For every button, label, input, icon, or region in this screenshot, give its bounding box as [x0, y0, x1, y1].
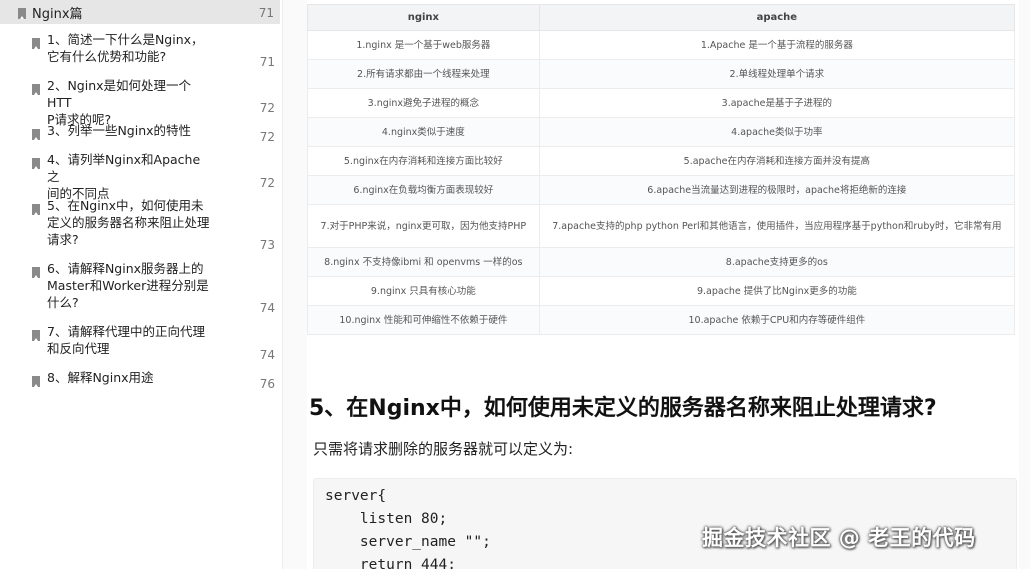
toc-item-7[interactable]: 7、请解释代理中的正向代理 和反向代理 74	[0, 323, 280, 362]
toc-item-label: 8、解释Nginx用途	[47, 370, 154, 385]
table-cell: 6.apache当流量达到进程的极限时，apache将拒绝新的连接	[538, 175, 1016, 205]
bookmark-icon	[32, 34, 40, 53]
toc-item-2[interactable]: 2、Nginx是如何处理一个HTT P请求的呢? 72	[0, 77, 280, 127]
toc-item-6[interactable]: 6、请解释Nginx服务器上的 Master和Worker进程分别是 什么? 74	[0, 260, 280, 315]
toc-sidebar: Nginx篇 71 1、简述一下什么是Nginx， 它有什么优势和功能? 71 2…	[0, 0, 283, 569]
toc-page-number: 71	[259, 55, 275, 69]
toc-page-number: 72	[259, 130, 275, 144]
toc-item-3[interactable]: 3、列举一些Nginx的特性 72	[0, 122, 280, 144]
table-header-nginx: nginx	[307, 4, 540, 31]
toc-item-label: Nginx篇	[32, 7, 83, 22]
code-line: server_name "";	[325, 534, 491, 550]
toc-item-1[interactable]: 1、简述一下什么是Nginx， 它有什么优势和功能? 71	[0, 31, 280, 69]
table-cell: 2.所有请求都由一个线程来处理	[307, 59, 540, 89]
bookmark-icon	[32, 154, 40, 173]
table-header-apache: apache	[538, 4, 1016, 31]
table-cell: 3.nginx避免子进程的概念	[307, 88, 540, 118]
toc-page-number: 71	[258, 6, 274, 20]
table-cell: 7.apache支持的php python Perl和其他语言，使用插件，当应用…	[538, 204, 1016, 248]
document-page: nginx apache 1.nginx 是一个基于web服务器 1.Apache…	[307, 0, 1019, 569]
table-row: 8.nginx 不支持像ibmi 和 openvms 一样的os 8.apache…	[307, 247, 1016, 277]
toc-page-number: 72	[259, 176, 275, 190]
toc-item-nginx-chapter[interactable]: Nginx篇 71	[0, 0, 280, 24]
watermark: 掘金技术社区 @ 老王的代码	[702, 526, 976, 550]
bookmark-icon	[32, 326, 40, 345]
toc-item-label: 3、列举一些Nginx的特性	[47, 123, 192, 138]
table-cell: 8.nginx 不支持像ibmi 和 openvms 一样的os	[307, 247, 540, 277]
table-cell: 10.apache 依赖于CPU和内存等硬件组件	[538, 305, 1016, 335]
comparison-table: nginx apache 1.nginx 是一个基于web服务器 1.Apache…	[307, 4, 1016, 335]
bookmark-icon	[32, 80, 40, 99]
table-cell: 4.apache类似于功率	[538, 117, 1016, 147]
toc-item-label: 7、请解释代理中的正向代理 和反向代理	[47, 324, 205, 356]
table-cell: 6.nginx在负载均衡方面表现较好	[307, 175, 540, 205]
toc-item-8[interactable]: 8、解释Nginx用途 76	[0, 369, 280, 391]
table-row: 4.nginx类似于速度 4.apache类似于功率	[307, 117, 1016, 147]
table-cell: 4.nginx类似于速度	[307, 117, 540, 147]
toc-page-number: 72	[259, 101, 275, 115]
table-row: 5.nginx在内存消耗和连接方面比较好 5.apache在内存消耗和连接方面并没…	[307, 146, 1016, 176]
table-cell: 5.nginx在内存消耗和连接方面比较好	[307, 146, 540, 176]
table-cell: 8.apache支持更多的os	[538, 247, 1016, 277]
bookmark-icon	[32, 372, 40, 391]
toc-item-label: 5、在Nginx中，如何使用未 定义的服务器名称来阻止处理 请求?	[47, 198, 210, 247]
toc-item-5[interactable]: 5、在Nginx中，如何使用未 定义的服务器名称来阻止处理 请求? 73	[0, 197, 280, 252]
table-row: 7.对于PHP来说，nginx更可取，因为他支持PHP 7.apache支持的ph…	[307, 204, 1016, 248]
toc-page-number: 73	[259, 238, 275, 252]
table-row: 9.nginx 只具有核心功能 9.apache 提供了比Nginx更多的功能	[307, 276, 1016, 306]
table-cell: 9.nginx 只具有核心功能	[307, 276, 540, 306]
table-cell: 10.nginx 性能和可伸缩性不依赖于硬件	[307, 305, 540, 335]
toc-page-number: 74	[259, 348, 275, 362]
toc-item-label: 4、请列举Nginx和Apache 之间的不同点	[47, 152, 201, 201]
table-cell: 2.单线程处理单个请求	[538, 59, 1016, 89]
table-cell: 9.apache 提供了比Nginx更多的功能	[538, 276, 1016, 306]
code-line: server{	[325, 488, 387, 504]
table-cell: 1.Apache 是一个基于流程的服务器	[538, 30, 1016, 60]
table-row: 6.nginx在负载均衡方面表现较好 6.apache当流量达到进程的极限时，ap…	[307, 175, 1016, 205]
table-cell: 5.apache在内存消耗和连接方面并没有提高	[538, 146, 1016, 176]
section-heading: 5、在Nginx中，如何使用未定义的服务器名称来阻止处理请求?	[309, 396, 937, 421]
bookmark-icon	[32, 125, 40, 144]
table-header-row: nginx apache	[307, 4, 1016, 31]
document-viewer[interactable]: nginx apache 1.nginx 是一个基于web服务器 1.Apache…	[283, 0, 1030, 569]
section-paragraph: 只需将请求删除的服务器就可以定义为:	[313, 440, 574, 458]
toc-item-label: 2、Nginx是如何处理一个HTT P请求的呢?	[47, 78, 192, 127]
bookmark-icon	[32, 263, 40, 282]
code-line: listen 80;	[325, 511, 448, 527]
table-cell: 1.nginx 是一个基于web服务器	[307, 30, 540, 60]
table-row: 2.所有请求都由一个线程来处理 2.单线程处理单个请求	[307, 59, 1016, 89]
code-line: return 444;	[325, 557, 456, 569]
table-row: 3.nginx避免子进程的概念 3.apache是基于子进程的	[307, 88, 1016, 118]
bookmark-icon	[32, 200, 40, 219]
table-row: 10.nginx 性能和可伸缩性不依赖于硬件 10.apache 依赖于CPU和内…	[307, 305, 1016, 335]
table-cell: 7.对于PHP来说，nginx更可取，因为他支持PHP	[307, 204, 540, 248]
toc-page-number: 74	[259, 301, 275, 315]
toc-page-number: 76	[259, 377, 275, 391]
table-row: 1.nginx 是一个基于web服务器 1.Apache 是一个基于流程的服务器	[307, 30, 1016, 60]
toc-item-label: 6、请解释Nginx服务器上的 Master和Worker进程分别是 什么?	[47, 261, 209, 310]
toc-item-4[interactable]: 4、请列举Nginx和Apache 之间的不同点 72	[0, 151, 280, 201]
bookmark-icon	[18, 4, 26, 23]
table-cell: 3.apache是基于子进程的	[538, 88, 1016, 118]
toc-item-label: 1、简述一下什么是Nginx， 它有什么优势和功能?	[47, 32, 204, 64]
